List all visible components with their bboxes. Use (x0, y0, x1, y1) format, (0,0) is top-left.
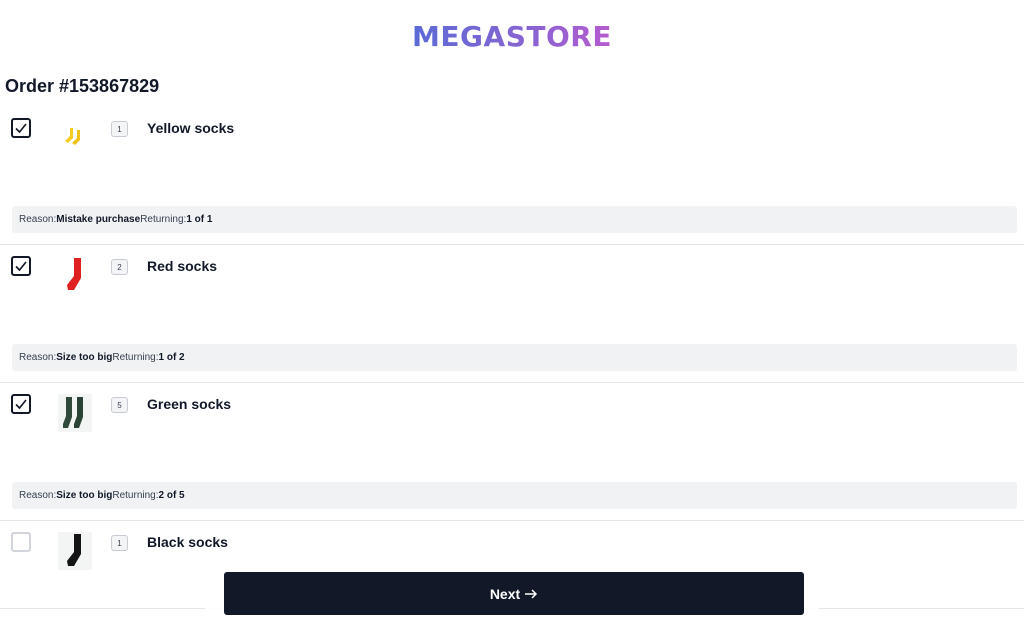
quantity-badge: 1 (111, 121, 128, 137)
return-reason-bar: Reason: Size too big Returning: 2 of 5 (12, 482, 1017, 509)
item-checkbox[interactable] (11, 118, 31, 138)
returning-label: Returning: (140, 214, 187, 225)
quantity-badge: 1 (111, 535, 128, 551)
item-checkbox[interactable] (11, 256, 31, 276)
item-name: Yellow socks (147, 120, 235, 136)
item-divider (0, 520, 1024, 521)
return-reason-bar: Reason: Mistake purchase Returning: 1 of… (12, 206, 1017, 233)
item-name: Black socks (147, 534, 228, 550)
returning-label: Returning: (112, 490, 159, 501)
reason-value: Size too big (56, 490, 113, 501)
item-checkbox[interactable] (11, 394, 31, 414)
checkmark-icon (15, 123, 27, 134)
brand-logo: MEGASTORE (0, 20, 1024, 53)
next-button[interactable]: Next (224, 572, 804, 615)
black-sock-image (58, 532, 92, 570)
green-socks-image (58, 394, 92, 432)
reason-value: Size too big (56, 352, 113, 363)
order-title: Order #153867829 (5, 76, 160, 96)
item-divider (0, 382, 1024, 383)
red-sock-image (58, 256, 92, 294)
quantity-badge: 2 (111, 259, 128, 275)
item-name: Green socks (147, 396, 232, 412)
reason-label: Reason: (19, 214, 57, 225)
return-reason-bar: Reason: Size too big Returning: 1 of 2 (12, 344, 1017, 371)
checkmark-icon (15, 399, 27, 410)
yellow-socks-image (58, 118, 92, 156)
reason-value: Mistake purchase (56, 214, 141, 225)
returning-value: 1 of 1 (186, 214, 213, 225)
next-label: Next (489, 585, 521, 602)
returning-value: 2 of 5 (158, 490, 185, 501)
quantity-badge: 5 (111, 397, 128, 413)
arrow-right-icon (525, 588, 538, 599)
reason-label: Reason: (19, 352, 57, 363)
item-name: Red socks (147, 258, 218, 274)
checkmark-icon (15, 261, 27, 272)
item-checkbox[interactable] (11, 532, 31, 552)
returning-value: 1 of 2 (158, 352, 185, 363)
item-divider (0, 244, 1024, 245)
brand-logo-text: MEGASTORE (412, 20, 612, 53)
returning-label: Returning: (112, 352, 159, 363)
reason-label: Reason: (19, 490, 57, 501)
